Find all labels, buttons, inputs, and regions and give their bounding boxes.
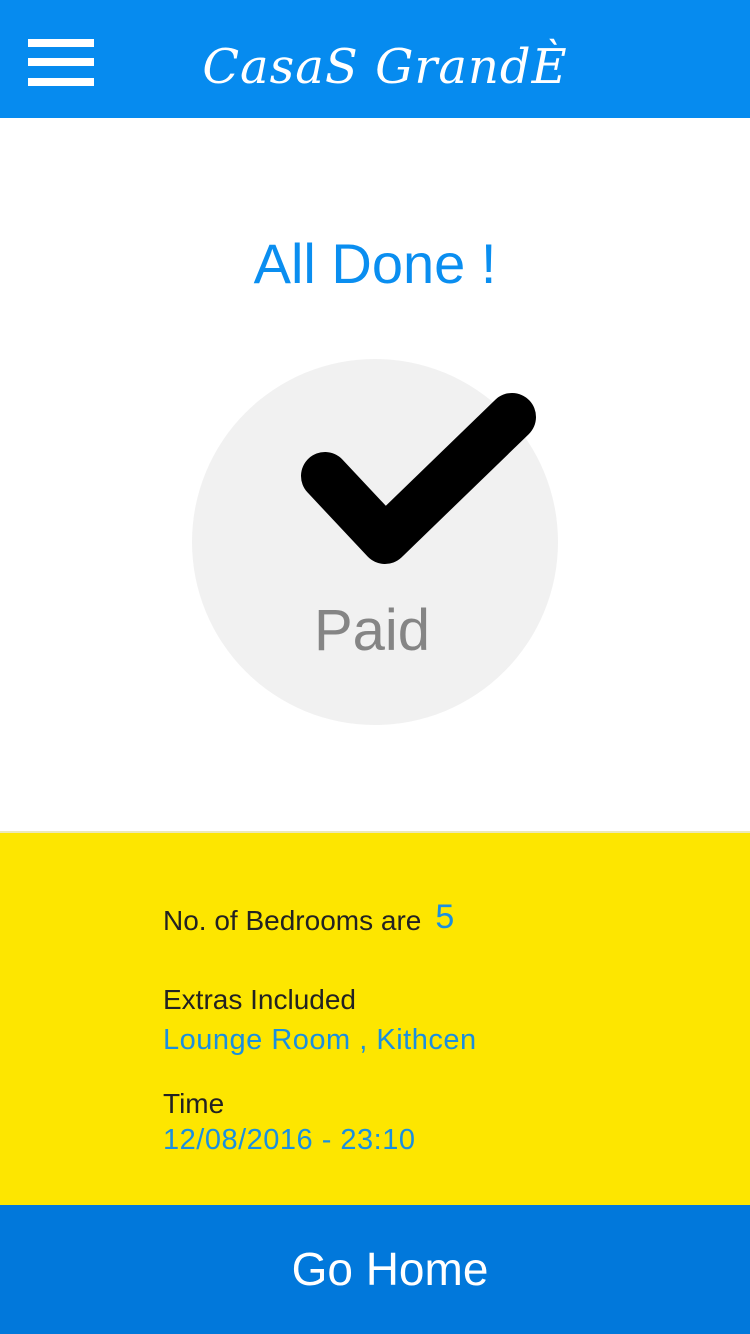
menu-line-top xyxy=(28,39,94,47)
booking-details-panel: No. of Bedrooms are 5 Extras Included Lou… xyxy=(0,831,750,1205)
bedrooms-row: No. of Bedrooms are 5 xyxy=(163,898,455,946)
go-home-button[interactable]: Go Home xyxy=(0,1205,750,1334)
checkmark-icon xyxy=(301,393,536,564)
menu-line-bottom xyxy=(28,78,94,86)
bedrooms-count: 5 xyxy=(435,898,455,936)
time-value: 12/08/2016 - 23:10 xyxy=(163,1124,416,1156)
hamburger-menu-icon[interactable] xyxy=(28,39,94,87)
menu-line-middle xyxy=(28,58,94,66)
app-header: CasaS GrandÈ xyxy=(0,0,750,118)
page-title: All Done ! xyxy=(253,232,497,295)
app-brand-title: CasaS GrandÈ xyxy=(202,39,568,95)
extras-label: Extras Included xyxy=(163,984,356,1015)
bedrooms-label: No. of Bedrooms are xyxy=(163,905,422,936)
time-label: Time xyxy=(163,1088,225,1119)
extras-value: Lounge Room , Kithcen xyxy=(163,1024,477,1056)
paid-label: Paid xyxy=(313,598,431,663)
